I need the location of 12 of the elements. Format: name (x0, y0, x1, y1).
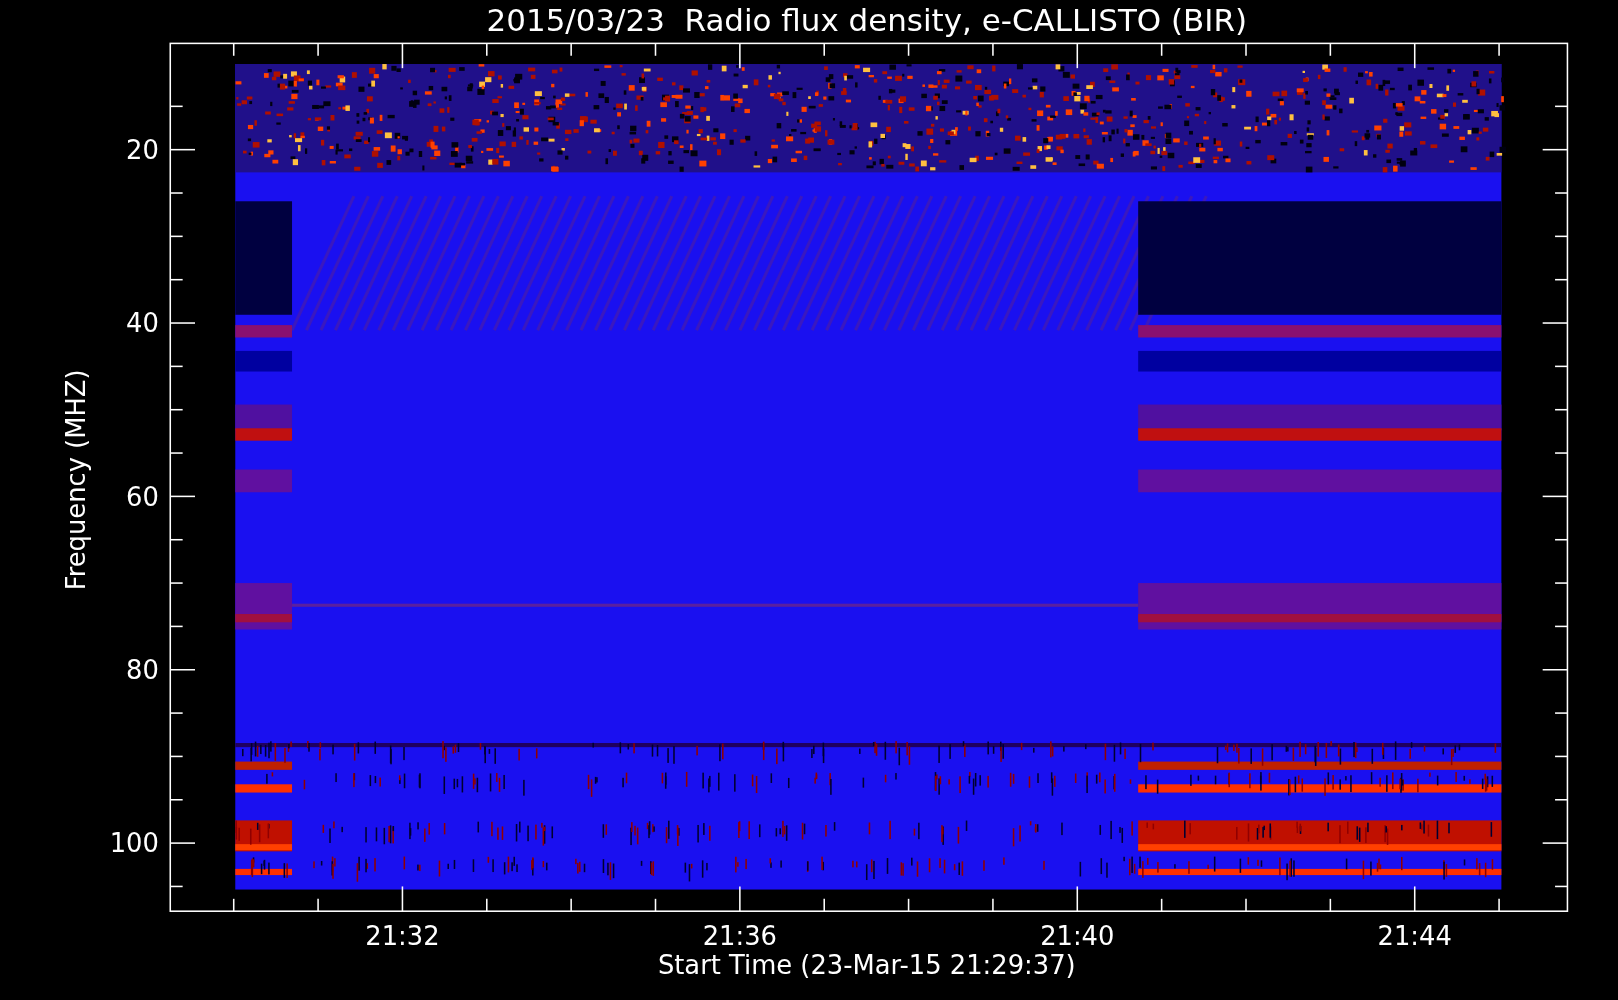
x-tick-label: 21:36 (702, 921, 777, 952)
y-tick-label: 20 (126, 134, 159, 165)
x-axis-label: Start Time (23-Mar-15 21:29:37) (657, 950, 1076, 981)
y-tick-label: 40 (126, 308, 159, 339)
y-tick-label: 100 (109, 828, 159, 859)
x-tick-label: 21:32 (365, 921, 440, 952)
chart-title: 2015/03/23 Radio flux density, e-CALLISTO (BIR) (486, 2, 1247, 38)
y-tick-label: 60 (126, 481, 159, 512)
x-tick-label: 21:40 (1040, 921, 1115, 952)
y-axis-label: Frequency (MHZ) (60, 369, 91, 591)
x-tick-label: 21:44 (1377, 921, 1452, 952)
y-tick-label: 80 (126, 655, 159, 686)
